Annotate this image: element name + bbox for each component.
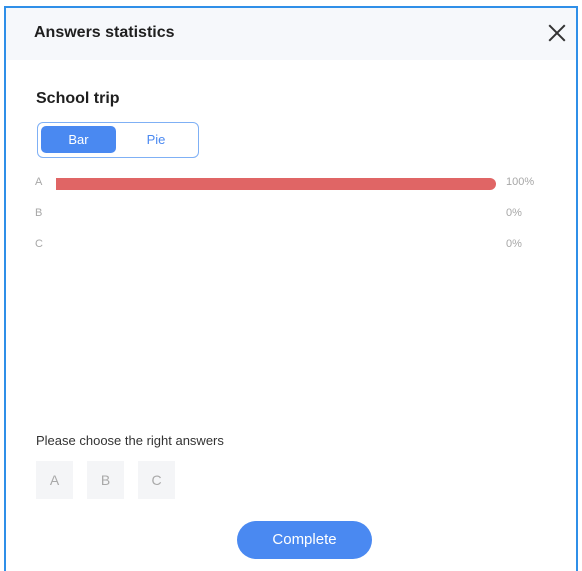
answer-option-a[interactable]: A (36, 461, 73, 499)
question-title: School trip (36, 90, 120, 107)
value-label: 0% (506, 207, 522, 219)
bar-track (56, 178, 496, 190)
chart-row: C 0% (6, 238, 580, 254)
category-label: B (35, 207, 43, 219)
value-label: 100% (506, 176, 535, 188)
chart-view-toggle: Bar Pie (37, 122, 199, 158)
answer-prompt: Please choose the right answers (36, 433, 224, 448)
dialog-header: Answers statistics (6, 8, 576, 60)
answer-option-b[interactable]: B (87, 461, 124, 499)
pie-view-button[interactable]: Pie (120, 126, 192, 153)
complete-button[interactable]: Complete (237, 521, 372, 559)
value-label: 0% (506, 238, 522, 250)
category-label: A (35, 176, 43, 188)
category-label: C (35, 238, 43, 250)
answers-statistics-dialog: Answers statistics School trip Bar Pie A… (4, 6, 578, 571)
chart-row: B 0% (6, 207, 580, 223)
bar (56, 178, 496, 190)
answer-option-c[interactable]: C (138, 461, 175, 499)
close-icon[interactable] (544, 20, 570, 46)
bar-view-button[interactable]: Bar (41, 126, 116, 153)
chart-row: A 100% (6, 176, 580, 192)
bar-track (56, 209, 496, 221)
dialog-title: Answers statistics (34, 24, 175, 41)
bar-track (56, 240, 496, 252)
